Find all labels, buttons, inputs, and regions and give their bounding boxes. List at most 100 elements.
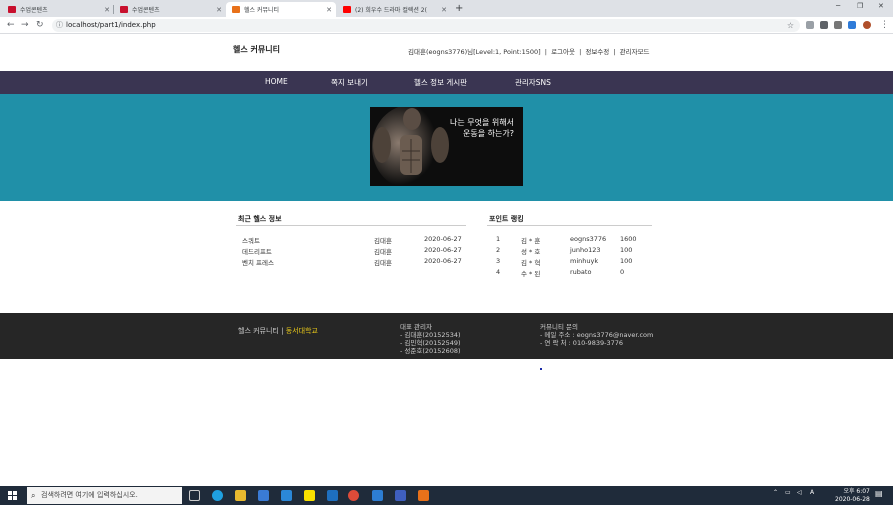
section-divider: [236, 225, 466, 226]
back-icon[interactable]: ←: [7, 20, 15, 30]
store-icon[interactable]: [258, 490, 269, 501]
main-menu: HOME 쪽지 보내기 헬스 정보 게시판 관리자SNS: [0, 71, 893, 94]
tab-title: (2) 희우수 드라마 컬렉션 2(: [355, 7, 427, 14]
file-explorer-icon[interactable]: [235, 490, 246, 501]
edit-info-link[interactable]: 정보수정: [585, 48, 609, 56]
browser-tab-strip: 수업콘텐츠 ✕ 수업콘텐츠 ✕ 헬스 커뮤니티 ✕ (2) 희우수 드라마 컬렉…: [0, 0, 893, 17]
volume-icon[interactable]: ◁: [797, 489, 802, 496]
clock-date: 2020-06-28: [835, 496, 870, 503]
search-icon: ⌕: [31, 491, 36, 500]
post-author: 김대훈: [374, 248, 392, 256]
separator: |: [281, 327, 284, 335]
post-title-link[interactable]: 스쿼트: [242, 235, 260, 245]
network-icon[interactable]: ▭: [785, 489, 791, 496]
site-title[interactable]: 헬스 커뮤니티: [233, 44, 280, 55]
browser-tab[interactable]: 수업콘텐츠 ✕: [114, 2, 226, 17]
info-icon[interactable]: ⓘ: [56, 19, 63, 32]
rank-point: 100: [620, 246, 633, 254]
mail-icon[interactable]: [281, 490, 292, 501]
admin-item: - 성준호(20152608): [400, 347, 461, 355]
maximize-icon[interactable]: ❐: [857, 2, 863, 10]
close-window-icon[interactable]: ✕: [878, 2, 884, 10]
edge-icon[interactable]: [212, 490, 223, 501]
search-placeholder: 검색하려면 여기에 입력하십시오.: [41, 491, 138, 499]
rank-id: minhuyk: [570, 257, 599, 265]
windows-taskbar: ⌕ 검색하려면 여기에 입력하십시오. ⌃ ▭ ◁ A 오후 6:07 2020…: [0, 486, 893, 505]
rank-name: 김 * 혁: [521, 259, 541, 267]
app-icon[interactable]: [372, 490, 383, 501]
post-date: 2020-06-27: [424, 257, 462, 265]
post-author: 김대훈: [374, 259, 392, 267]
new-tab-icon[interactable]: +: [455, 3, 463, 14]
task-view-icon[interactable]: [189, 490, 200, 501]
rank-number: 1: [496, 235, 501, 243]
banner-line-1: 나는 무엇을 위해서: [450, 118, 514, 127]
ime-indicator[interactable]: A: [810, 489, 814, 496]
windows-start-icon[interactable]: [8, 491, 17, 500]
separator: |: [613, 48, 616, 56]
close-icon[interactable]: ✕: [104, 6, 110, 14]
app-icon[interactable]: [418, 490, 429, 501]
post-title-link[interactable]: 벤치 프레스: [242, 257, 274, 267]
forward-icon[interactable]: →: [21, 20, 29, 30]
tab-title: 헬스 커뮤니티: [244, 7, 280, 14]
chrome-icon[interactable]: [348, 490, 359, 501]
notification-icon[interactable]: ▤: [875, 489, 883, 498]
mouse-cursor-dot: [540, 368, 542, 370]
recent-info-title: 최근 헬스 정보: [238, 215, 282, 223]
menu-home[interactable]: HOME: [265, 77, 288, 86]
footer-school-link[interactable]: 동서대학교: [286, 327, 318, 335]
kakaotalk-icon[interactable]: [304, 490, 315, 501]
taskbar-search-input[interactable]: ⌕ 검색하려면 여기에 입력하십시오.: [27, 487, 182, 504]
rank-name: 수 * 된: [521, 270, 541, 278]
browser-tab[interactable]: 수업콘텐츠 ✕: [2, 2, 114, 17]
rank-point: 0: [620, 268, 625, 276]
minimize-icon[interactable]: ─: [836, 2, 840, 10]
footer-brand: 헬스 커뮤니티 | 동서대학교: [238, 326, 318, 336]
rank-number: 3: [496, 257, 501, 265]
bookmark-star-icon[interactable]: ☆: [787, 19, 794, 32]
post-title-link[interactable]: 데드리프트: [242, 246, 272, 256]
rank-id: junho123: [570, 246, 601, 254]
extension-icon[interactable]: [806, 21, 814, 29]
tab-favicon-icon: [232, 6, 240, 13]
url-text: localhost/part1/index.php: [66, 21, 156, 29]
address-bar[interactable]: ⓘ localhost/part1/index.php ☆: [52, 19, 800, 32]
rank-point: 100: [620, 257, 633, 265]
browser-tab[interactable]: (2) 희우수 드라마 컬렉션 2( ✕: [337, 2, 451, 17]
reload-icon[interactable]: ↻: [36, 20, 44, 30]
extension-icon[interactable]: [820, 21, 828, 29]
tab-favicon-icon: [8, 6, 16, 13]
rank-name: 성 * 호: [521, 248, 541, 256]
taskbar-clock[interactable]: 오후 6:07 2020-06-28: [835, 488, 870, 504]
browser-tab-active[interactable]: 헬스 커뮤니티 ✕: [226, 2, 336, 17]
browser-toolbar: ← → ↻ ⓘ localhost/part1/index.php ☆ ⋮: [0, 17, 893, 34]
tray-chevron-icon[interactable]: ⌃: [773, 489, 778, 496]
footer-site-name: 헬스 커뮤니티: [238, 327, 279, 335]
contact-phone: - 연 락 처 : 010-9839-3776: [540, 339, 623, 347]
app-icon[interactable]: [327, 490, 338, 501]
tab-favicon-icon: [120, 6, 128, 13]
close-icon[interactable]: ✕: [216, 6, 222, 14]
post-author: 김대훈: [374, 237, 392, 245]
profile-avatar-icon[interactable]: [863, 21, 871, 29]
footer: 헬스 커뮤니티 | 동서대학교 대표 관리자 - 김대훈(20152534) -…: [0, 313, 893, 359]
rank-id: eogns3776: [570, 235, 607, 243]
logout-link[interactable]: 로그아웃: [551, 48, 575, 56]
menu-send-message[interactable]: 쪽지 보내기: [331, 77, 368, 88]
app-icon[interactable]: [395, 490, 406, 501]
close-icon[interactable]: ✕: [326, 6, 332, 14]
user-greeting: 김대훈(eogns3776)님[Level:1, Point:1500]: [408, 48, 541, 56]
ranking-title: 포인트 랭킹: [489, 215, 524, 223]
puzzle-icon[interactable]: [834, 21, 842, 29]
rank-point: 1600: [620, 235, 637, 243]
extension-icon[interactable]: [848, 21, 856, 29]
separator: |: [544, 48, 547, 56]
admin-mode-link[interactable]: 관리자모드: [620, 48, 650, 56]
menu-health-board[interactable]: 헬스 정보 게시판: [414, 77, 467, 88]
youtube-icon: [343, 6, 351, 13]
menu-admin-sns[interactable]: 관리자SNS: [515, 77, 551, 88]
close-icon[interactable]: ✕: [441, 6, 447, 14]
menu-kebab-icon[interactable]: ⋮: [880, 20, 889, 30]
banner-text: 나는 무엇을 위해서 운동을 하는가?: [450, 117, 514, 139]
